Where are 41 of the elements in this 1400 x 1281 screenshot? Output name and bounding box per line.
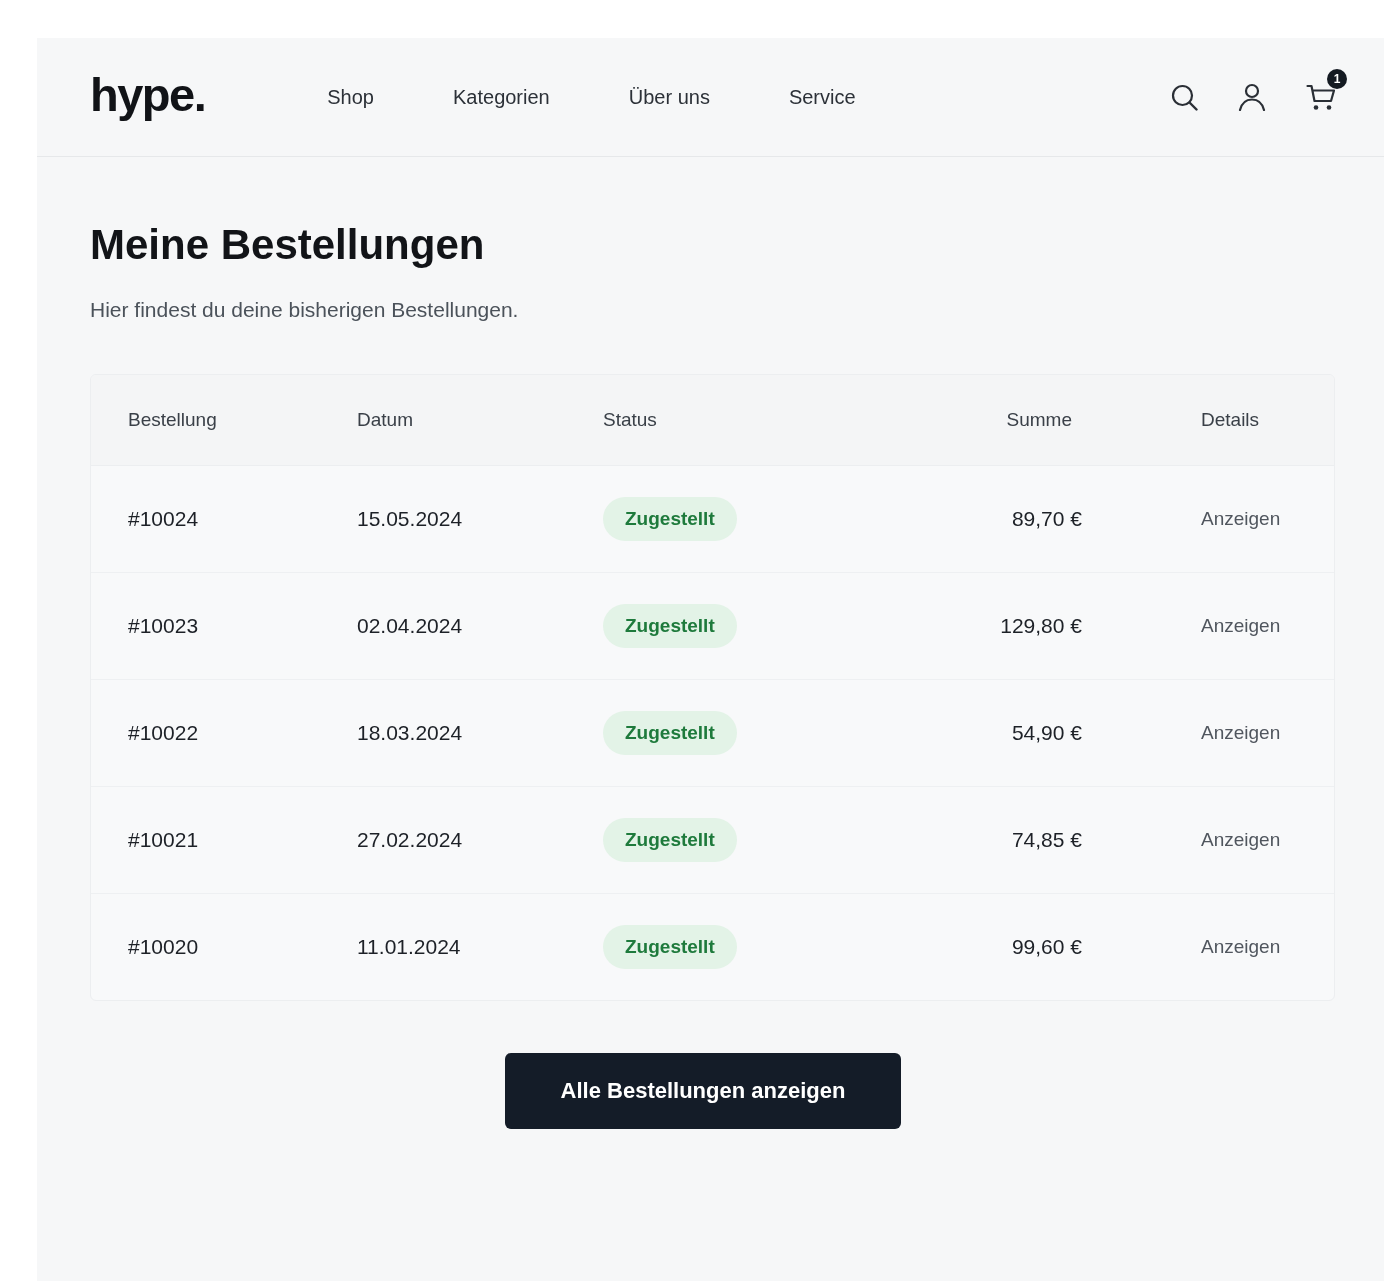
order-date: 27.02.2024 — [357, 827, 464, 852]
page-subtitle: Hier findest du deine bisherigen Bestellungen. — [90, 297, 520, 324]
cart-icon[interactable] — [1306, 83, 1336, 111]
all-orders-button[interactable]: Alle Bestellungen anzeigen — [505, 1052, 901, 1129]
details-link[interactable]: Anzeigen — [1201, 721, 1281, 743]
status-badge: Zugestellt — [603, 924, 737, 969]
search-icon[interactable] — [1170, 83, 1198, 111]
column-header: Details — [1200, 408, 1261, 431]
cart-count-badge: 1 — [1327, 69, 1347, 89]
order-total: 54,90 € — [1011, 720, 1082, 745]
column-header: Bestellung — [128, 408, 218, 431]
order-number: #10022 — [128, 720, 200, 745]
details-link[interactable]: Anzeigen — [1201, 828, 1281, 850]
order-date: 18.03.2024 — [357, 720, 464, 745]
nav-link[interactable]: Über uns — [628, 85, 710, 109]
order-total: 129,80 € — [1000, 613, 1082, 638]
details-link[interactable]: Anzeigen — [1201, 507, 1281, 529]
details-link[interactable]: Anzeigen — [1201, 935, 1281, 957]
status-badge: Zugestellt — [603, 710, 737, 755]
status-badge: Zugestellt — [603, 496, 737, 541]
nav-link[interactable]: Kategorien — [453, 85, 550, 109]
order-date: 11.01.2024 — [357, 934, 462, 959]
details-link[interactable]: Anzeigen — [1201, 614, 1281, 636]
column-header: Summe — [1006, 408, 1073, 431]
order-total: 74,85 € — [1011, 827, 1082, 852]
order-date: 15.05.2024 — [357, 506, 464, 531]
order-number: #10020 — [128, 934, 200, 959]
order-number: #10024 — [128, 506, 200, 531]
order-number: #10023 — [128, 613, 200, 638]
order-date: 02.04.2024 — [357, 613, 464, 638]
column-header: Datum — [357, 408, 414, 431]
page-title: Meine Bestellungen — [90, 220, 486, 270]
user-icon[interactable] — [1238, 83, 1266, 111]
status-badge: Zugestellt — [603, 817, 737, 862]
order-number: #10021 — [128, 827, 200, 852]
order-total: 89,70 € — [1011, 506, 1082, 531]
order-total: 99,60 € — [1011, 934, 1082, 959]
column-header: Status — [603, 408, 658, 431]
nav-link[interactable]: Shop — [327, 85, 374, 109]
status-badge: Zugestellt — [603, 603, 737, 648]
nav-link[interactable]: Service — [788, 85, 856, 109]
